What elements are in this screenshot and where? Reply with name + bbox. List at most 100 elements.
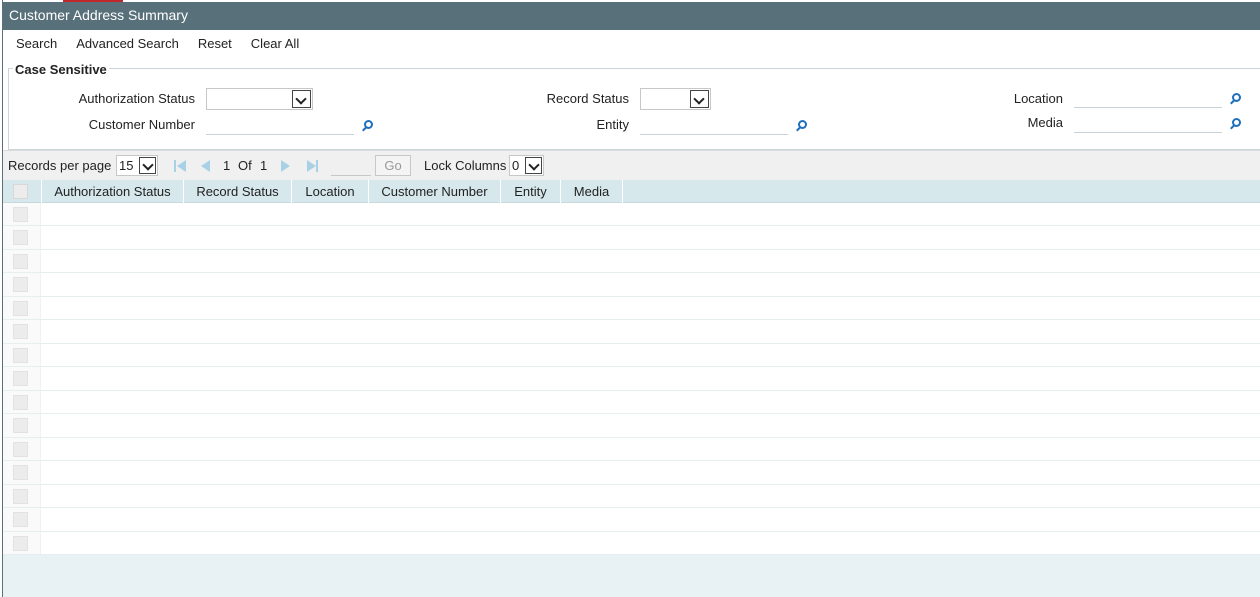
location-input[interactable]: [1074, 88, 1222, 108]
current-page: 1: [223, 158, 231, 173]
table-row[interactable]: [3, 249, 1260, 274]
records-per-page-select[interactable]: 15: [116, 155, 158, 176]
column-header-entity[interactable]: Entity: [501, 180, 561, 203]
media-label: Media: [1027, 115, 1063, 130]
go-button[interactable]: Go: [375, 155, 411, 176]
lock-columns-value: 0: [512, 158, 520, 173]
entity-input[interactable]: [640, 115, 788, 135]
row-checkbox[interactable]: [13, 300, 28, 316]
row-select-cell: [3, 484, 41, 508]
row-checkbox[interactable]: [13, 465, 28, 481]
entity-label: Entity: [596, 117, 629, 132]
authorization-status-label: Authorization Status: [78, 91, 195, 106]
next-page-icon[interactable]: [280, 160, 292, 172]
window-footer: [3, 555, 1260, 597]
row-select-cell: [3, 508, 41, 531]
row-checkbox[interactable]: [13, 253, 28, 269]
table-row[interactable]: [3, 508, 1260, 532]
search-criteria-panel: Case Sensitive Authorization Status Reco…: [8, 62, 1260, 150]
select-all-checkbox[interactable]: [13, 184, 28, 199]
table-row[interactable]: [3, 203, 1260, 227]
grid-header: Authorization Status Record Status Locat…: [3, 180, 1260, 203]
table-row[interactable]: [3, 531, 1260, 555]
row-checkbox[interactable]: [13, 371, 28, 387]
last-page-icon[interactable]: [307, 160, 319, 172]
row-select-cell: [3, 226, 41, 249]
row-select-cell: [3, 343, 41, 367]
row-select-cell: [3, 367, 41, 390]
row-checkbox[interactable]: [13, 488, 28, 504]
row-select-cell: [3, 531, 41, 554]
row-checkbox[interactable]: [13, 418, 28, 434]
row-select-cell: [3, 203, 41, 226]
table-row[interactable]: [3, 273, 1260, 297]
row-checkbox[interactable]: [13, 230, 28, 246]
row-checkbox[interactable]: [13, 277, 28, 293]
table-row[interactable]: [3, 461, 1260, 485]
row-select-cell: [3, 390, 41, 414]
entity-search-icon[interactable]: [795, 119, 809, 133]
table-row[interactable]: [3, 343, 1260, 368]
row-checkbox[interactable]: [13, 535, 28, 551]
column-header-location[interactable]: Location: [292, 180, 369, 203]
row-checkbox[interactable]: [13, 324, 28, 340]
table-row[interactable]: [3, 484, 1260, 509]
window-title: Customer Address Summary: [3, 2, 1260, 30]
row-checkbox[interactable]: [13, 441, 28, 457]
records-per-page-label: Records per page: [8, 158, 112, 173]
table-row[interactable]: [3, 320, 1260, 344]
row-checkbox[interactable]: [13, 394, 28, 410]
location-label: Location: [1013, 91, 1063, 106]
chevron-down-icon[interactable]: [525, 157, 542, 174]
toolbar: Search Advanced Search Reset Clear All: [3, 31, 1260, 56]
lock-columns-label: Lock Columns: [424, 158, 507, 173]
lock-columns-select[interactable]: 0: [509, 155, 544, 176]
customer-number-label: Customer Number: [88, 117, 195, 132]
row-select-cell: [3, 249, 41, 273]
row-select-cell: [3, 296, 41, 320]
customer-number-input[interactable]: [206, 115, 354, 135]
chevron-down-icon[interactable]: [139, 157, 156, 174]
row-select-cell: [3, 273, 41, 296]
media-input[interactable]: [1074, 113, 1222, 133]
row-select-cell: [3, 461, 41, 484]
row-checkbox[interactable]: [13, 207, 28, 222]
row-select-cell: [3, 320, 41, 343]
record-status-select[interactable]: [640, 88, 711, 110]
table-row[interactable]: [3, 437, 1260, 462]
authorization-status-select[interactable]: [206, 88, 313, 110]
table-row[interactable]: [3, 414, 1260, 438]
record-status-label: Record Status: [546, 91, 629, 106]
row-select-cell: [3, 437, 41, 461]
records-per-page-value: 15: [119, 158, 134, 173]
location-search-icon[interactable]: [1229, 92, 1243, 106]
column-header-authorization-status[interactable]: Authorization Status: [42, 180, 184, 203]
reset-button[interactable]: Reset: [198, 36, 232, 51]
search-button[interactable]: Search: [16, 36, 57, 51]
table-row[interactable]: [3, 226, 1260, 250]
case-sensitive-legend: Case Sensitive: [13, 62, 109, 77]
results-grid: [3, 203, 1260, 555]
pagination-bar: Records per page 15 1 Of 1 Go Lock Colum…: [3, 150, 1260, 180]
table-row[interactable]: [3, 296, 1260, 321]
customer-address-summary-window: Customer Address Summary Search Advanced…: [2, 0, 1260, 597]
column-header-customer-number[interactable]: Customer Number: [369, 180, 501, 203]
advanced-search-button[interactable]: Advanced Search: [76, 36, 179, 51]
total-pages: 1: [260, 158, 268, 173]
row-checkbox[interactable]: [13, 347, 28, 363]
chevron-down-icon[interactable]: [292, 90, 311, 108]
media-search-icon[interactable]: [1229, 117, 1243, 131]
table-row[interactable]: [3, 367, 1260, 391]
page-number-input[interactable]: [331, 156, 371, 176]
row-select-cell: [3, 414, 41, 437]
table-row[interactable]: [3, 390, 1260, 415]
previous-page-icon[interactable]: [200, 160, 212, 172]
first-page-icon[interactable]: [174, 160, 186, 172]
column-header-media[interactable]: Media: [561, 180, 623, 203]
customer-number-search-icon[interactable]: [361, 119, 375, 133]
clear-all-button[interactable]: Clear All: [251, 36, 299, 51]
column-header-record-status[interactable]: Record Status: [184, 180, 292, 203]
chevron-down-icon[interactable]: [690, 90, 709, 108]
of-label: Of: [238, 158, 252, 173]
row-checkbox[interactable]: [13, 512, 28, 528]
